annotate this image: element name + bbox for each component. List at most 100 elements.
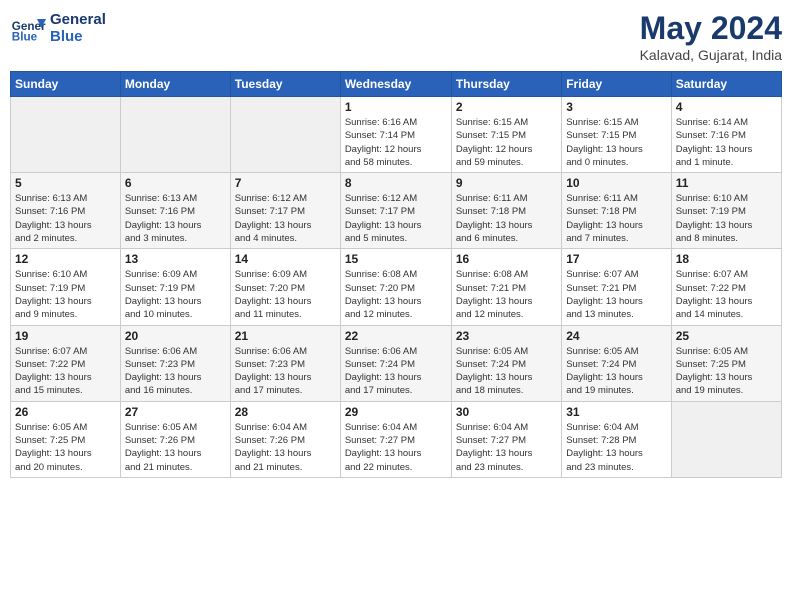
page: General Blue General Blue May 2024 Kalav… <box>0 0 792 612</box>
day-info: Sunrise: 6:05 AM Sunset: 7:25 PM Dayligh… <box>15 421 116 474</box>
day-cell <box>671 401 781 477</box>
day-number: 4 <box>676 100 777 114</box>
day-number: 20 <box>125 329 226 343</box>
day-number: 18 <box>676 252 777 266</box>
day-info: Sunrise: 6:12 AM Sunset: 7:17 PM Dayligh… <box>345 192 447 245</box>
day-number: 22 <box>345 329 447 343</box>
day-info: Sunrise: 6:16 AM Sunset: 7:14 PM Dayligh… <box>345 116 447 169</box>
day-number: 7 <box>235 176 336 190</box>
day-number: 23 <box>456 329 557 343</box>
day-number: 9 <box>456 176 557 190</box>
header-thursday: Thursday <box>451 72 561 97</box>
header-sunday: Sunday <box>11 72 121 97</box>
day-info: Sunrise: 6:15 AM Sunset: 7:15 PM Dayligh… <box>456 116 557 169</box>
day-cell: 29 Sunrise: 6:04 AM Sunset: 7:27 PM Dayli… <box>340 401 451 477</box>
day-number: 30 <box>456 405 557 419</box>
title-block: May 2024 Kalavad, Gujarat, India <box>640 10 782 63</box>
day-info: Sunrise: 6:04 AM Sunset: 7:27 PM Dayligh… <box>456 421 557 474</box>
day-number: 2 <box>456 100 557 114</box>
header-friday: Friday <box>562 72 671 97</box>
day-cell: 3 Sunrise: 6:15 AM Sunset: 7:15 PM Daylig… <box>562 97 671 173</box>
day-number: 28 <box>235 405 336 419</box>
logo-line2: Blue <box>50 28 106 45</box>
day-info: Sunrise: 6:14 AM Sunset: 7:16 PM Dayligh… <box>676 116 777 169</box>
day-cell: 19 Sunrise: 6:07 AM Sunset: 7:22 PM Dayli… <box>11 325 121 401</box>
day-info: Sunrise: 6:07 AM Sunset: 7:21 PM Dayligh… <box>566 268 666 321</box>
logo: General Blue General Blue <box>10 10 106 46</box>
day-cell: 20Sunrise: 6:06 AM Sunset: 7:23 PM Dayli… <box>120 325 230 401</box>
day-cell: 7 Sunrise: 6:12 AM Sunset: 7:17 PM Daylig… <box>230 173 340 249</box>
day-cell: 1Sunrise: 6:16 AM Sunset: 7:14 PM Daylig… <box>340 97 451 173</box>
day-info: Sunrise: 6:10 AM Sunset: 7:19 PM Dayligh… <box>15 268 116 321</box>
day-number: 11 <box>676 176 777 190</box>
day-info: Sunrise: 6:05 AM Sunset: 7:25 PM Dayligh… <box>676 345 777 398</box>
day-cell: 6 Sunrise: 6:13 AM Sunset: 7:16 PM Daylig… <box>120 173 230 249</box>
day-number: 26 <box>15 405 116 419</box>
day-cell: 10Sunrise: 6:11 AM Sunset: 7:18 PM Dayli… <box>562 173 671 249</box>
header-wednesday: Wednesday <box>340 72 451 97</box>
day-info: Sunrise: 6:07 AM Sunset: 7:22 PM Dayligh… <box>15 345 116 398</box>
day-number: 29 <box>345 405 447 419</box>
day-cell: 8 Sunrise: 6:12 AM Sunset: 7:17 PM Daylig… <box>340 173 451 249</box>
day-number: 10 <box>566 176 666 190</box>
day-cell: 13 Sunrise: 6:09 AM Sunset: 7:19 PM Dayli… <box>120 249 230 325</box>
day-cell: 26 Sunrise: 6:05 AM Sunset: 7:25 PM Dayli… <box>11 401 121 477</box>
day-cell: 4 Sunrise: 6:14 AM Sunset: 7:16 PM Daylig… <box>671 97 781 173</box>
header-saturday: Saturday <box>671 72 781 97</box>
day-cell: 16Sunrise: 6:08 AM Sunset: 7:21 PM Dayli… <box>451 249 561 325</box>
day-number: 27 <box>125 405 226 419</box>
day-info: Sunrise: 6:05 AM Sunset: 7:26 PM Dayligh… <box>125 421 226 474</box>
svg-text:Blue: Blue <box>12 31 38 44</box>
day-cell: 31Sunrise: 6:04 AM Sunset: 7:28 PM Dayli… <box>562 401 671 477</box>
day-cell: 22Sunrise: 6:06 AM Sunset: 7:24 PM Dayli… <box>340 325 451 401</box>
day-number: 6 <box>125 176 226 190</box>
day-info: Sunrise: 6:09 AM Sunset: 7:20 PM Dayligh… <box>235 268 336 321</box>
day-number: 15 <box>345 252 447 266</box>
logo-line1: General <box>50 11 106 28</box>
location: Kalavad, Gujarat, India <box>640 47 782 63</box>
day-number: 14 <box>235 252 336 266</box>
week-row-4: 26 Sunrise: 6:05 AM Sunset: 7:25 PM Dayli… <box>11 401 782 477</box>
day-cell: 28 Sunrise: 6:04 AM Sunset: 7:26 PM Dayli… <box>230 401 340 477</box>
day-info: Sunrise: 6:11 AM Sunset: 7:18 PM Dayligh… <box>456 192 557 245</box>
day-number: 12 <box>15 252 116 266</box>
week-row-2: 12 Sunrise: 6:10 AM Sunset: 7:19 PM Dayli… <box>11 249 782 325</box>
day-cell: 25Sunrise: 6:05 AM Sunset: 7:25 PM Dayli… <box>671 325 781 401</box>
day-number: 31 <box>566 405 666 419</box>
day-info: Sunrise: 6:05 AM Sunset: 7:24 PM Dayligh… <box>566 345 666 398</box>
day-number: 21 <box>235 329 336 343</box>
day-number: 3 <box>566 100 666 114</box>
day-info: Sunrise: 6:10 AM Sunset: 7:19 PM Dayligh… <box>676 192 777 245</box>
logo-icon: General Blue <box>10 10 46 46</box>
day-cell: 17Sunrise: 6:07 AM Sunset: 7:21 PM Dayli… <box>562 249 671 325</box>
day-number: 13 <box>125 252 226 266</box>
day-info: Sunrise: 6:07 AM Sunset: 7:22 PM Dayligh… <box>676 268 777 321</box>
day-number: 19 <box>15 329 116 343</box>
day-info: Sunrise: 6:05 AM Sunset: 7:24 PM Dayligh… <box>456 345 557 398</box>
day-cell: 11 Sunrise: 6:10 AM Sunset: 7:19 PM Dayli… <box>671 173 781 249</box>
day-info: Sunrise: 6:04 AM Sunset: 7:27 PM Dayligh… <box>345 421 447 474</box>
day-info: Sunrise: 6:13 AM Sunset: 7:16 PM Dayligh… <box>125 192 226 245</box>
day-cell: 27 Sunrise: 6:05 AM Sunset: 7:26 PM Dayli… <box>120 401 230 477</box>
day-info: Sunrise: 6:12 AM Sunset: 7:17 PM Dayligh… <box>235 192 336 245</box>
day-cell: 2 Sunrise: 6:15 AM Sunset: 7:15 PM Daylig… <box>451 97 561 173</box>
day-number: 24 <box>566 329 666 343</box>
day-info: Sunrise: 6:08 AM Sunset: 7:21 PM Dayligh… <box>456 268 557 321</box>
day-info: Sunrise: 6:04 AM Sunset: 7:26 PM Dayligh… <box>235 421 336 474</box>
header-tuesday: Tuesday <box>230 72 340 97</box>
day-cell: 14 Sunrise: 6:09 AM Sunset: 7:20 PM Dayli… <box>230 249 340 325</box>
day-cell: 23 Sunrise: 6:05 AM Sunset: 7:24 PM Dayli… <box>451 325 561 401</box>
day-number: 8 <box>345 176 447 190</box>
calendar: Sunday Monday Tuesday Wednesday Thursday… <box>10 71 782 478</box>
day-cell: 30 Sunrise: 6:04 AM Sunset: 7:27 PM Dayli… <box>451 401 561 477</box>
day-cell: 9 Sunrise: 6:11 AM Sunset: 7:18 PM Daylig… <box>451 173 561 249</box>
day-info: Sunrise: 6:15 AM Sunset: 7:15 PM Dayligh… <box>566 116 666 169</box>
header-monday: Monday <box>120 72 230 97</box>
day-cell: 24 Sunrise: 6:05 AM Sunset: 7:24 PM Dayli… <box>562 325 671 401</box>
header: General Blue General Blue May 2024 Kalav… <box>10 10 782 63</box>
day-number: 5 <box>15 176 116 190</box>
day-info: Sunrise: 6:09 AM Sunset: 7:19 PM Dayligh… <box>125 268 226 321</box>
week-row-1: 5 Sunrise: 6:13 AM Sunset: 7:16 PM Daylig… <box>11 173 782 249</box>
week-row-0: 1Sunrise: 6:16 AM Sunset: 7:14 PM Daylig… <box>11 97 782 173</box>
day-info: Sunrise: 6:08 AM Sunset: 7:20 PM Dayligh… <box>345 268 447 321</box>
